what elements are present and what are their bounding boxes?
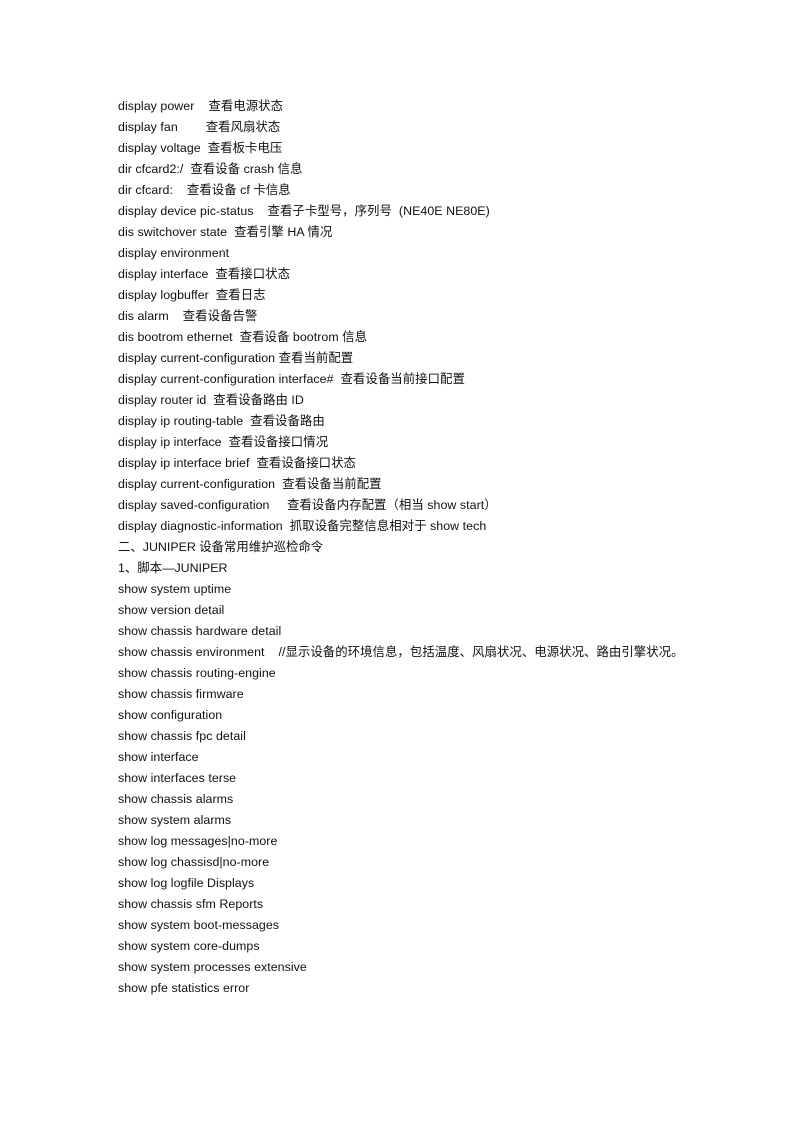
command-line: show log messages|no-more: [118, 834, 278, 849]
command-line: show chassis hardware detail: [118, 624, 282, 638]
command-line: show system core-dumps: [118, 939, 260, 954]
command-line: display saved-configuration 查看设备内存配置（相当 …: [118, 498, 497, 512]
command-line: show system alarms: [118, 813, 232, 828]
command-line: show chassis firmware: [118, 687, 244, 702]
document-text-body: display power 查看电源状态 display fan 查看风扇状态 di…: [118, 96, 684, 999]
command-line: display interface 查看接口状态: [118, 267, 291, 281]
section-heading: 二、JUNIPER 设备常用维护巡检命令: [118, 540, 324, 554]
command-line: show chassis fpc detail: [118, 729, 246, 744]
command-line: show log chassisd|no-more: [118, 855, 270, 870]
document-page: display power 查看电源状态 display fan 查看风扇状态 di…: [0, 0, 800, 1132]
command-line: show system uptime: [118, 582, 232, 596]
command-line: dis bootrom ethernet 查看设备 bootrom 信息: [118, 330, 368, 344]
command-line: display current-configuration 查看设备当前配置: [118, 477, 382, 491]
command-line: show chassis sfm Reports: [118, 897, 264, 912]
command-line: display logbuffer 查看日志: [118, 288, 266, 302]
command-line: display diagnostic-information 抓取设备完整信息相…: [118, 519, 487, 533]
command-line: show configuration: [118, 708, 223, 723]
command-line: display ip routing-table 查看设备路由: [118, 414, 325, 428]
command-line: display fan 查看风扇状态: [118, 120, 281, 134]
section-heading: 1、脚本—JUNIPER: [118, 561, 228, 575]
command-line: show pfe statistics error: [118, 981, 250, 996]
command-line: show chassis routing-engine: [118, 666, 276, 681]
command-line: display current-configuration 查看当前配置: [118, 351, 354, 365]
command-line: show interface: [118, 750, 199, 765]
command-line: display power 查看电源状态: [118, 99, 284, 113]
command-line: show version detail: [118, 603, 225, 617]
command-line: dis alarm 查看设备告警: [118, 309, 258, 323]
command-line: display ip interface brief 查看设备接口状态: [118, 456, 356, 470]
command-line: show system processes extensive: [118, 960, 307, 975]
command-line: display device pic-status 查看子卡型号，序列号 (NE…: [118, 204, 490, 218]
command-line: display ip interface 查看设备接口情况: [118, 435, 329, 449]
command-line: display voltage 查看板卡电压: [118, 141, 283, 155]
command-line: show interfaces terse: [118, 771, 237, 786]
command-line: show log logfile Displays: [118, 876, 255, 891]
command-line: display router id 查看设备路由 ID: [118, 393, 304, 407]
command-line: display current-configuration interface#…: [118, 372, 465, 386]
command-line: dir cfcard2:/ 查看设备 crash 信息: [118, 162, 303, 176]
command-line: dir cfcard: 查看设备 cf 卡信息: [118, 183, 291, 197]
command-line: dis switchover state 查看引擎 HA 情况: [118, 225, 333, 239]
command-line: show system boot-messages: [118, 918, 280, 933]
command-line: display environment: [118, 246, 230, 260]
command-line: show chassis environment //显示设备的环境信息，包括温…: [118, 645, 684, 659]
command-line: show chassis alarms: [118, 792, 234, 807]
